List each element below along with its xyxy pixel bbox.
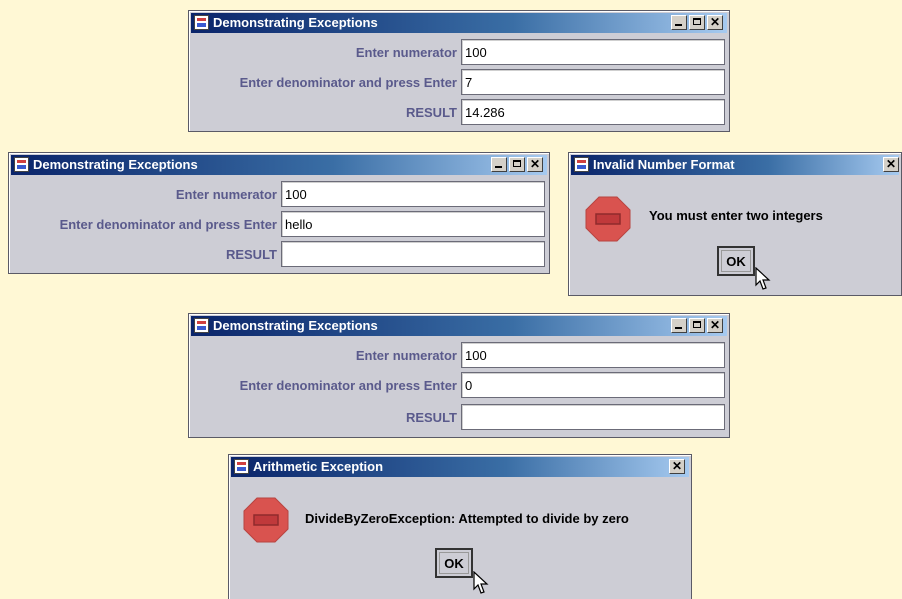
numerator-row-label: Enter numerator	[189, 343, 457, 369]
minimize-icon	[675, 24, 682, 26]
minimize-button[interactable]	[671, 318, 687, 333]
minimize-icon	[495, 166, 502, 168]
window-demonstrating-exceptions-3: Demonstrating Exceptions ✕ Enter numerat…	[188, 313, 730, 438]
numerator-label: Enter numerator	[175, 187, 277, 202]
denominator-field[interactable]	[281, 211, 545, 237]
java-cup-icon	[14, 157, 29, 172]
numerator-field[interactable]	[461, 39, 725, 65]
stop-sign-icon	[243, 497, 289, 543]
maximize-button[interactable]	[689, 318, 705, 333]
numerator-label: Enter numerator	[355, 348, 457, 363]
title-bar[interactable]: Demonstrating Exceptions ✕	[11, 155, 547, 175]
maximize-icon	[513, 160, 521, 167]
result-row-label: RESULT	[189, 100, 457, 126]
numerator-row-label: Enter numerator	[9, 182, 277, 208]
denominator-row-label: Enter denominator and press Enter	[189, 373, 457, 399]
denominator-label: Enter denominator and press Enter	[239, 378, 457, 393]
title-bar[interactable]: Invalid Number Format ✕	[571, 155, 899, 175]
mouse-pointer-icon	[755, 267, 771, 290]
result-row-label: RESULT	[189, 405, 457, 431]
mouse-pointer-icon	[473, 571, 489, 594]
numerator-field[interactable]	[461, 342, 725, 368]
window-demonstrating-exceptions-1: Demonstrating Exceptions ✕ Enter numerat…	[188, 10, 730, 132]
close-icon: ✕	[709, 15, 721, 29]
title-bar[interactable]: Demonstrating Exceptions ✕	[191, 13, 727, 33]
java-cup-icon	[194, 15, 209, 30]
maximize-icon	[693, 18, 701, 25]
numerator-label: Enter numerator	[355, 45, 457, 60]
window-title: Demonstrating Exceptions	[213, 318, 378, 333]
result-row-label: RESULT	[9, 242, 277, 268]
java-cup-icon	[234, 459, 249, 474]
result-label: RESULT	[405, 410, 457, 425]
close-icon: ✕	[709, 318, 721, 332]
title-bar[interactable]: Demonstrating Exceptions ✕	[191, 316, 727, 336]
close-icon: ✕	[885, 157, 897, 171]
close-icon: ✕	[529, 157, 541, 171]
window-title: Demonstrating Exceptions	[213, 15, 378, 30]
close-button[interactable]: ✕	[527, 157, 543, 172]
maximize-button[interactable]	[689, 15, 705, 30]
close-button[interactable]: ✕	[883, 157, 899, 172]
dialog-title: Invalid Number Format	[593, 157, 735, 172]
denominator-field[interactable]	[461, 69, 725, 95]
numerator-row-label: Enter numerator	[189, 40, 457, 66]
java-cup-icon	[574, 157, 589, 172]
result-label: RESULT	[405, 105, 457, 120]
error-message: DivideByZeroException: Attempted to divi…	[305, 511, 629, 526]
stop-sign-icon	[585, 196, 631, 242]
maximize-icon	[693, 321, 701, 328]
maximize-button[interactable]	[509, 157, 525, 172]
minimize-icon	[675, 327, 682, 329]
result-field[interactable]	[461, 404, 725, 430]
window-demonstrating-exceptions-2: Demonstrating Exceptions ✕ Enter numerat…	[8, 152, 550, 274]
denominator-row-label: Enter denominator and press Enter	[189, 70, 457, 96]
numerator-field[interactable]	[281, 181, 545, 207]
denominator-row-label: Enter denominator and press Enter	[9, 212, 277, 238]
close-button[interactable]: ✕	[669, 459, 685, 474]
ok-button[interactable]: OK	[435, 548, 473, 578]
close-icon: ✕	[671, 459, 683, 473]
dialog-title: Arithmetic Exception	[253, 459, 384, 474]
title-bar[interactable]: Arithmetic Exception ✕	[231, 457, 689, 477]
result-field[interactable]	[281, 241, 545, 267]
dialog-invalid-number-format: Invalid Number Format ✕ You must enter t…	[568, 152, 902, 296]
result-label: RESULT	[225, 247, 277, 262]
denominator-field[interactable]	[461, 372, 725, 398]
close-button[interactable]: ✕	[707, 318, 723, 333]
minimize-button[interactable]	[491, 157, 507, 172]
java-cup-icon	[194, 318, 209, 333]
denominator-label: Enter denominator and press Enter	[239, 75, 457, 90]
error-message: You must enter two integers	[649, 208, 823, 223]
denominator-label: Enter denominator and press Enter	[59, 217, 277, 232]
minimize-button[interactable]	[671, 15, 687, 30]
result-field[interactable]	[461, 99, 725, 125]
dialog-arithmetic-exception: Arithmetic Exception ✕ DivideByZeroExcep…	[228, 454, 692, 599]
window-title: Demonstrating Exceptions	[33, 157, 198, 172]
close-button[interactable]: ✕	[707, 15, 723, 30]
ok-button[interactable]: OK	[717, 246, 755, 276]
